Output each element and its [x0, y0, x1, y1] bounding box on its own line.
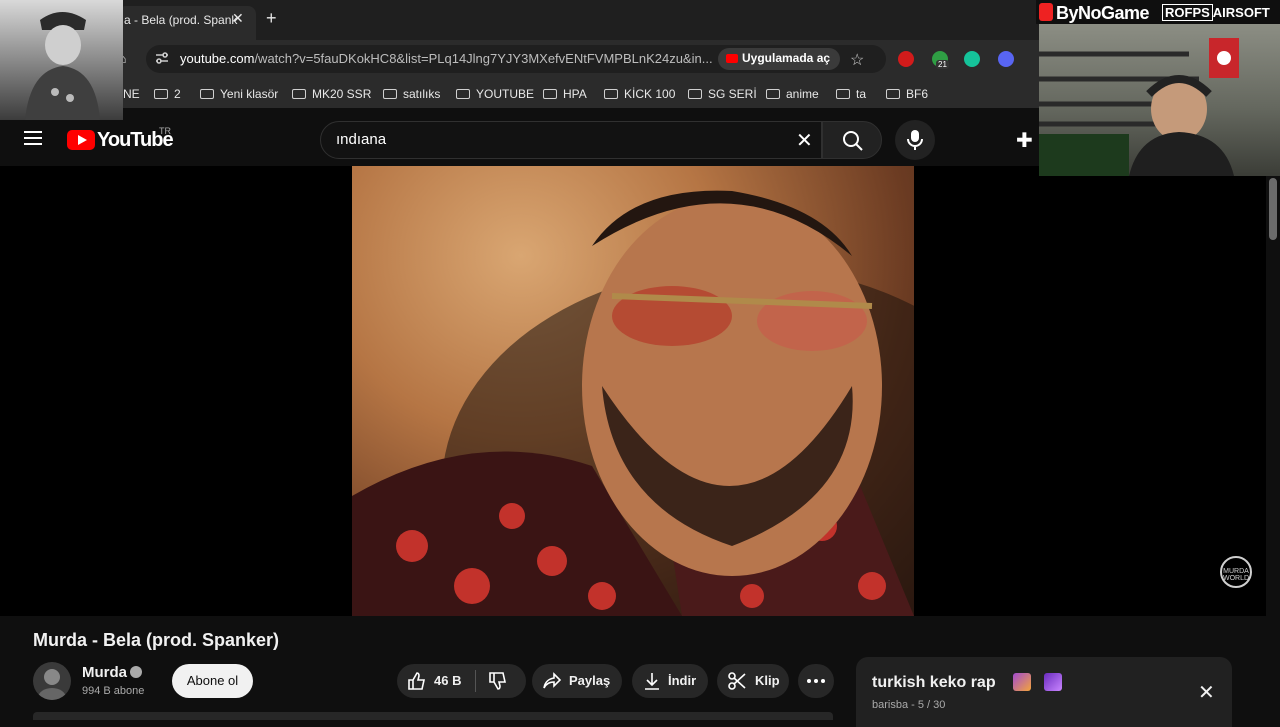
sparkle-emoji-icon	[1013, 673, 1031, 691]
folder-icon	[200, 89, 214, 99]
webcam-overlay	[1039, 24, 1280, 176]
webcam-figure	[1039, 38, 1239, 176]
folder-icon	[604, 89, 618, 99]
folder-icon	[292, 89, 306, 99]
folder-icon	[154, 89, 168, 99]
portrait-overlay-image	[0, 0, 123, 120]
bookmark-folder[interactable]: ta	[836, 87, 866, 101]
video-frame[interactable]	[352, 166, 914, 616]
verified-badge-icon	[130, 666, 142, 678]
playlist-owner-progress: barisba - 5 / 30	[872, 699, 946, 711]
bookmark-folder[interactable]: 2	[154, 87, 181, 101]
create-icon[interactable]: ✚	[1016, 128, 1033, 153]
folder-icon	[383, 89, 397, 99]
bookmark-folder[interactable]: SG SERİ	[688, 87, 757, 101]
extension-badge-count: 21	[936, 60, 949, 69]
channel-watermark[interactable]: MURDA WORLD	[1220, 556, 1252, 588]
download-icon	[645, 673, 659, 690]
search-icon	[843, 131, 863, 151]
clear-search-icon[interactable]: ✕	[796, 128, 813, 153]
channel-name[interactable]: Murda	[82, 664, 127, 681]
bookmark-folder[interactable]: HPA	[543, 87, 587, 101]
scissors-icon	[728, 672, 746, 690]
bookmark-star-icon[interactable]: ☆	[850, 50, 864, 70]
scrollbar-thumb[interactable]	[1269, 178, 1277, 240]
country-code: TR	[159, 126, 171, 136]
tab-title: a - Bela (prod. Spank	[124, 13, 238, 27]
menu-icon[interactable]	[24, 131, 42, 145]
more-dots-icon	[807, 679, 825, 683]
bookmark-folder[interactable]: Yeni klasör	[200, 87, 278, 101]
page-scrollbar[interactable]	[1266, 166, 1280, 720]
close-tab-icon[interactable]: ✕	[232, 10, 244, 27]
purple-emoji-icon	[1044, 673, 1062, 691]
like-divider	[475, 670, 476, 692]
extension-adblock-icon[interactable]	[898, 51, 914, 67]
folder-icon	[886, 89, 900, 99]
subscribe-button[interactable]: Abone ol	[172, 664, 253, 698]
folder-icon	[836, 89, 850, 99]
subscriber-count: 994 B abone	[82, 685, 145, 697]
bookmark-folder[interactable]: MK20 SSR	[292, 87, 371, 101]
search-query-text[interactable]: ındıana	[336, 131, 386, 148]
thumbs-down-icon[interactable]	[488, 671, 508, 691]
site-settings-icon[interactable]	[154, 50, 170, 66]
grammarly-icon[interactable]	[964, 51, 980, 67]
url-text[interactable]: youtube.com/watch?v=5fauDKokHC8&list=PLq…	[180, 51, 713, 66]
bookmark-folder[interactable]: BF6	[886, 87, 928, 101]
close-playlist-icon[interactable]: ✕	[1198, 680, 1215, 705]
youtube-logo-icon[interactable]	[67, 130, 95, 150]
bookmark-folder[interactable]: satılıks	[383, 87, 440, 101]
brand-logo-icon	[1039, 3, 1053, 21]
avatar-silhouette	[38, 669, 66, 700]
microphone-icon	[907, 130, 923, 150]
folder-icon	[543, 89, 557, 99]
share-button[interactable]: Paylaş	[532, 664, 622, 698]
like-count: 46 B	[434, 673, 462, 688]
share-icon	[543, 672, 562, 689]
channel-avatar[interactable]	[33, 662, 71, 700]
discord-icon[interactable]	[998, 51, 1014, 67]
portrait-figure	[25, 12, 100, 120]
bookmark-folder[interactable]: YOUTUBE	[456, 87, 534, 101]
playlist-title[interactable]: turkish keko rap	[872, 674, 996, 692]
bookmark-folder[interactable]: anime	[766, 87, 819, 101]
more-actions-button[interactable]	[798, 664, 834, 698]
folder-icon	[456, 89, 470, 99]
open-in-app-button[interactable]: Uygulamada aç	[718, 48, 841, 70]
video-title: Murda - Bela (prod. Spanker)	[33, 630, 280, 650]
description-box[interactable]	[33, 712, 833, 720]
download-button[interactable]: İndir	[632, 664, 708, 698]
search-input[interactable]	[320, 121, 822, 159]
folder-icon	[766, 89, 780, 99]
sponsor-logo: ROFPS AIRSOFT	[1162, 4, 1270, 21]
folder-icon	[688, 89, 702, 99]
playlist-panel	[856, 657, 1232, 727]
voice-search-button[interactable]	[895, 120, 935, 160]
thumbs-up-icon	[408, 672, 425, 690]
youtube-icon	[726, 54, 738, 63]
search-button[interactable]	[822, 121, 882, 159]
bookmark-item[interactable]: NE	[123, 87, 140, 101]
video-thumbnail-figure	[352, 190, 914, 616]
brand-name: ByNoGame	[1056, 3, 1150, 23]
clip-button[interactable]: Klip	[717, 664, 789, 698]
new-tab-button[interactable]: +	[266, 8, 277, 29]
bookmark-folder[interactable]: KİCK 100	[604, 87, 675, 101]
